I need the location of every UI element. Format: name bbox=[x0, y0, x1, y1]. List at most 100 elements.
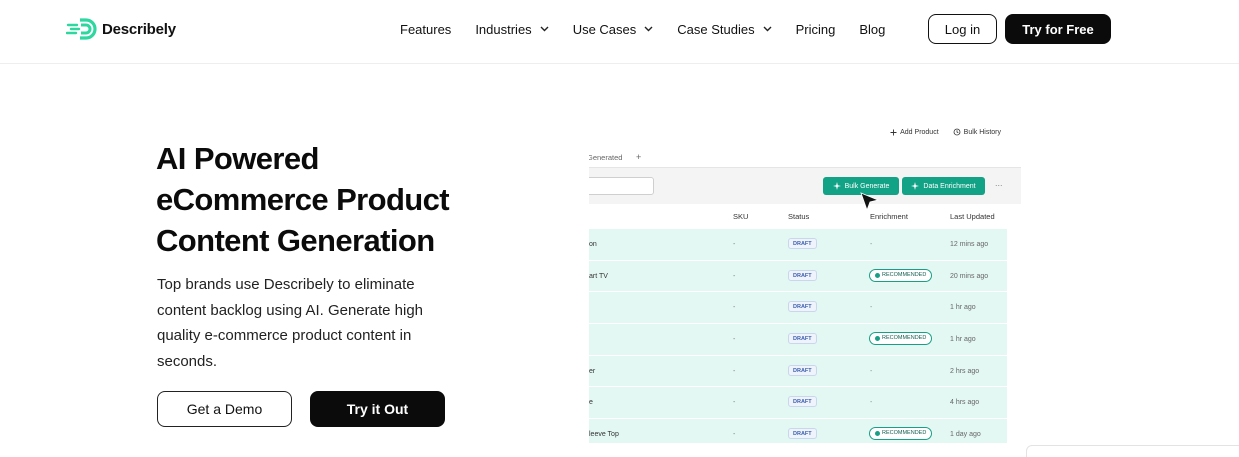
data-enrichment-label: Data Enrichment bbox=[923, 182, 976, 190]
tab-generated[interactable]: Generated bbox=[589, 153, 622, 162]
bulk-generate-label: Bulk Generate bbox=[844, 182, 890, 190]
status-badge: DRAFT bbox=[788, 269, 817, 281]
row-sku: - bbox=[733, 272, 736, 280]
nav-pricing[interactable]: Pricing bbox=[796, 22, 836, 37]
dot-icon bbox=[875, 336, 880, 342]
nav-use-cases[interactable]: Use Cases bbox=[573, 22, 654, 37]
hero-title-line: Content Generation bbox=[156, 223, 435, 258]
recommended-badge: RECOMMENDED bbox=[869, 427, 933, 441]
search-input[interactable] bbox=[589, 177, 654, 195]
recommended-badge: RECOMMENDED bbox=[869, 268, 933, 282]
row-sku: - bbox=[733, 399, 736, 407]
brand-name: Describely bbox=[102, 20, 176, 38]
row-sku: - bbox=[733, 336, 736, 344]
nav-blog-label: Blog bbox=[859, 21, 886, 37]
recommended-label: RECOMMENDED bbox=[882, 430, 927, 437]
row-enrichment: - bbox=[870, 304, 873, 312]
column-header-sku: SKU bbox=[733, 212, 749, 221]
status-badge: DRAFT bbox=[788, 396, 817, 408]
status-badge: DRAFT bbox=[788, 238, 817, 249]
row-name: er bbox=[589, 367, 596, 375]
add-tab-button[interactable]: + bbox=[636, 152, 641, 162]
row-sku: - bbox=[733, 241, 736, 248]
row-sku: - bbox=[733, 367, 736, 375]
row-last-updated: 12 mins ago bbox=[950, 241, 989, 248]
column-header-status: Status bbox=[788, 212, 810, 221]
row-sku: - bbox=[733, 304, 736, 312]
add-product-link[interactable]: Add Product bbox=[890, 128, 939, 136]
table-row[interactable]: e - DRAFT - 4 hrs ago bbox=[589, 387, 1007, 420]
try-for-free-button[interactable]: Try for Free bbox=[1005, 14, 1111, 44]
table-header: SKU Status Enrichment Last Updated bbox=[589, 206, 1007, 226]
row-last-updated: 4 hrs ago bbox=[950, 399, 980, 407]
floating-widget-edge bbox=[1026, 445, 1239, 457]
data-enrichment-button[interactable]: Data Enrichment bbox=[902, 177, 985, 195]
row-last-updated: 1 hr ago bbox=[950, 336, 976, 344]
row-last-updated: 1 day ago bbox=[950, 431, 981, 439]
table-row[interactable]: leeve Top - DRAFT RECOMMENDED 1 day ago bbox=[589, 419, 1007, 443]
row-name: on bbox=[589, 241, 597, 248]
row-last-updated: 1 hr ago bbox=[950, 304, 976, 312]
nav-use-cases-label: Use Cases bbox=[572, 21, 637, 37]
row-last-updated: 2 hrs ago bbox=[950, 367, 980, 375]
product-preview: Add Product Bulk History Generated + Bul… bbox=[589, 120, 1021, 443]
nav-case-studies[interactable]: Case Studies bbox=[677, 21, 772, 37]
table-row[interactable]: art TV - DRAFT RECOMMENDED 20 mins ago bbox=[589, 260, 1007, 293]
row-name: art TV bbox=[589, 272, 608, 280]
row-enrichment: - bbox=[870, 241, 873, 248]
login-button[interactable]: Log in bbox=[928, 14, 997, 44]
nav-features-label: Features bbox=[400, 21, 452, 37]
row-name: leeve Top bbox=[589, 431, 619, 439]
preview-tabbar: Generated + bbox=[589, 150, 1021, 168]
status-badge: DRAFT bbox=[788, 428, 817, 440]
get-demo-button[interactable]: Get a Demo bbox=[157, 391, 292, 427]
chevron-down-icon bbox=[540, 26, 549, 32]
nav-industries-label: Industries bbox=[475, 21, 532, 37]
table-row[interactable]: er - DRAFT - 2 hrs ago bbox=[589, 355, 1007, 388]
column-header-last-updated: Last Updated bbox=[950, 212, 995, 221]
chevron-down-icon bbox=[644, 26, 653, 32]
recommended-label: RECOMMENDED bbox=[882, 271, 927, 278]
try-it-out-button[interactable]: Try it Out bbox=[310, 391, 445, 427]
table-row[interactable]: - DRAFT - 1 hr ago bbox=[589, 292, 1007, 325]
top-navbar: Describely Features Industries Use Cases… bbox=[0, 0, 1239, 64]
nav-features[interactable]: Features bbox=[400, 22, 451, 37]
dot-icon bbox=[875, 431, 880, 437]
nav-blog[interactable]: Blog bbox=[859, 22, 885, 37]
plus-icon bbox=[890, 129, 897, 135]
hero-title-line: AI Powered bbox=[156, 141, 319, 176]
more-options-icon[interactable]: ... bbox=[995, 178, 1003, 188]
history-icon bbox=[953, 128, 961, 136]
tab-generated-label: Generated bbox=[589, 153, 623, 162]
bulk-history-label: Bulk History bbox=[963, 128, 1001, 136]
recommended-badge: RECOMMENDED bbox=[869, 332, 933, 346]
row-enrichment: - bbox=[870, 367, 873, 375]
sparkle-icon bbox=[832, 182, 841, 190]
row-name: e bbox=[589, 399, 593, 407]
nav-case-studies-label: Case Studies bbox=[677, 21, 755, 37]
row-enrichment: - bbox=[870, 399, 873, 407]
mouse-cursor-icon bbox=[860, 192, 880, 212]
status-badge: DRAFT bbox=[788, 364, 817, 376]
row-last-updated: 20 mins ago bbox=[950, 272, 989, 280]
preview-toolbar: Bulk Generate Data Enrichment ... bbox=[589, 168, 1021, 204]
add-product-label: Add Product bbox=[900, 128, 939, 136]
hero-title: AI Powered eCommerce Product Content Gen… bbox=[156, 138, 516, 261]
describely-logo-icon bbox=[66, 18, 97, 40]
brand-logo[interactable]: Describely bbox=[66, 18, 176, 40]
hero-title-line: eCommerce Product bbox=[156, 182, 450, 217]
product-table: on - DRAFT - 12 mins ago art TV - DRAFT … bbox=[589, 229, 1007, 443]
status-badge: DRAFT bbox=[788, 301, 817, 313]
row-sku: - bbox=[733, 431, 736, 439]
status-badge: DRAFT bbox=[788, 333, 817, 345]
sparkle-icon bbox=[911, 182, 920, 190]
nav-industries[interactable]: Industries bbox=[475, 21, 549, 37]
preview-top-actions: Add Product Bulk History bbox=[890, 128, 1001, 136]
chevron-down-icon bbox=[763, 26, 772, 32]
hero-subtitle: Top brands use Describely to eliminate c… bbox=[157, 276, 424, 370]
table-row[interactable]: - DRAFT RECOMMENDED 1 hr ago bbox=[589, 324, 1007, 356]
bulk-history-link[interactable]: Bulk History bbox=[953, 128, 1001, 136]
dot-icon bbox=[875, 272, 880, 278]
table-row[interactable]: on - DRAFT - 12 mins ago bbox=[589, 229, 1007, 261]
main-menu: Features Industries Use Cases Case Studi… bbox=[400, 0, 909, 58]
